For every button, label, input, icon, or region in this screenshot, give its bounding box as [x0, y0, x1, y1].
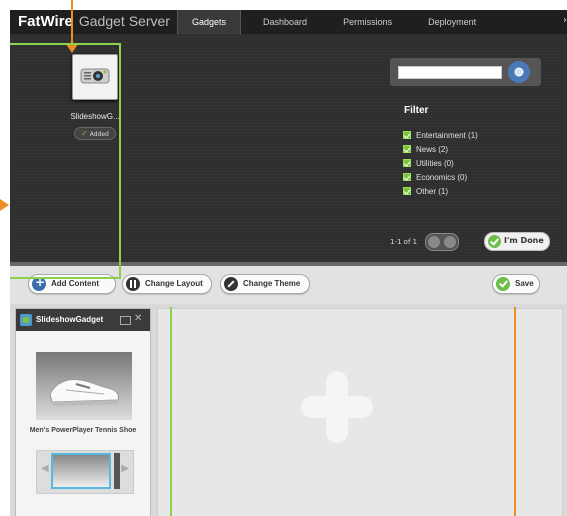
product-name: Men's PowerPlayer Tennis Shoe: [29, 427, 137, 434]
product-image[interactable]: [36, 352, 132, 420]
gadget-gallery-panel: SlideshowG... ✓ Added Filter Entertainme…: [10, 34, 567, 262]
add-gadget-drop-zone[interactable]: [157, 308, 563, 516]
im-done-button[interactable]: I'm Done: [484, 232, 550, 251]
minimize-icon[interactable]: [120, 316, 131, 325]
search-button[interactable]: [508, 61, 530, 83]
pager-text: 1-1 of 1: [390, 238, 418, 246]
search-box: [390, 58, 541, 86]
projector-icon: [80, 68, 110, 84]
plus-icon-bar: [301, 396, 373, 418]
checkbox-checked-icon[interactable]: [403, 187, 411, 195]
save-label: Save: [515, 279, 534, 288]
change-theme-label: Change Theme: [243, 279, 301, 288]
change-layout-label: Change Layout: [145, 279, 203, 288]
brand-name: FatWire: [18, 13, 73, 30]
im-done-label: I'm Done: [504, 236, 544, 245]
close-icon[interactable]: ✕: [134, 313, 142, 324]
plus-circle-icon: [32, 275, 46, 291]
filter-news[interactable]: News (2): [403, 142, 478, 156]
checkbox-checked-icon[interactable]: [403, 145, 411, 153]
thumbnail-strip: ◀ ▶: [36, 450, 134, 494]
change-layout-button[interactable]: Change Layout: [122, 274, 212, 294]
nav-overflow-icon[interactable]: ›: [563, 15, 567, 26]
filter-economics[interactable]: Economics (0): [403, 170, 478, 184]
checkbox-checked-icon[interactable]: [403, 173, 411, 181]
arrow-left-icon[interactable]: ◀: [41, 463, 49, 474]
checkmark-icon: ✓: [81, 129, 88, 138]
filter-other[interactable]: Other (1): [403, 184, 478, 198]
filter-entertainment[interactable]: Entertainment (1): [403, 128, 478, 142]
filter-utilities[interactable]: Utilities (0): [403, 156, 478, 170]
top-nav-bar: FatWire Gadget Server Gadgets Dashboard P…: [10, 10, 567, 35]
filter-label: News (2): [416, 144, 449, 154]
gadget-icon: [20, 314, 32, 326]
layout-icon: [126, 277, 140, 291]
check-circle-icon: [488, 235, 501, 248]
filter-label: Utilities (0): [416, 158, 454, 168]
checkbox-checked-icon[interactable]: [403, 131, 411, 139]
check-circle-icon: [496, 277, 510, 291]
search-icon: [514, 67, 524, 77]
thumbnail-selected[interactable]: [51, 453, 111, 489]
brush-icon: [224, 277, 238, 291]
annotation-arrow-head: [0, 199, 9, 211]
prev-page-icon[interactable]: [428, 236, 440, 248]
filter-list: Entertainment (1) News (2) Utilities (0)…: [403, 128, 478, 198]
search-input[interactable]: [398, 66, 502, 79]
filter-label: Other (1): [416, 186, 449, 196]
added-label: Added: [89, 131, 109, 138]
slideshow-gadget-window: SlideshowGadget ✕ Men's PowerPlayer Tenn…: [15, 308, 151, 516]
main-nav: Gadgets Dashboard Permissions Deployment: [177, 10, 498, 34]
added-badge: ✓ Added: [74, 127, 116, 140]
checkbox-checked-icon[interactable]: [403, 159, 411, 167]
next-page-icon[interactable]: [444, 236, 456, 248]
gadget-name: SlideshowG...: [70, 112, 120, 121]
arrow-right-icon[interactable]: ▶: [121, 463, 129, 474]
tab-gadgets[interactable]: Gadgets: [177, 10, 242, 34]
app-window: FatWire Gadget Server Gadgets Dashboard P…: [10, 10, 567, 516]
filter-label: Entertainment (1): [416, 130, 478, 140]
save-button[interactable]: Save: [492, 274, 540, 294]
dashboard-toolbar: Add Content Change Layout Change Theme S…: [10, 266, 567, 304]
tab-dashboard[interactable]: Dashboard: [249, 10, 321, 34]
filter-label: Economics (0): [416, 172, 468, 182]
pager-arrows: [425, 233, 459, 251]
tab-deployment[interactable]: Deployment: [414, 10, 490, 34]
brand-logo: FatWire Gadget Server: [18, 13, 170, 31]
thumbnail-next[interactable]: [114, 453, 120, 489]
tab-permissions[interactable]: Permissions: [329, 10, 406, 34]
slideshow-gadget-thumbnail[interactable]: [72, 54, 118, 100]
gadget-title: SlideshowGadget: [36, 315, 104, 324]
gadget-card[interactable]: SlideshowG... ✓ Added: [50, 54, 140, 140]
add-content-button[interactable]: Add Content: [28, 274, 116, 294]
filter-heading: Filter: [404, 105, 429, 116]
product-name: Gadget Server: [78, 13, 170, 29]
add-content-label: Add Content: [51, 279, 99, 288]
shoe-image: [49, 379, 119, 406]
gadget-title-bar[interactable]: SlideshowGadget ✕: [16, 309, 150, 331]
change-theme-button[interactable]: Change Theme: [220, 274, 310, 294]
